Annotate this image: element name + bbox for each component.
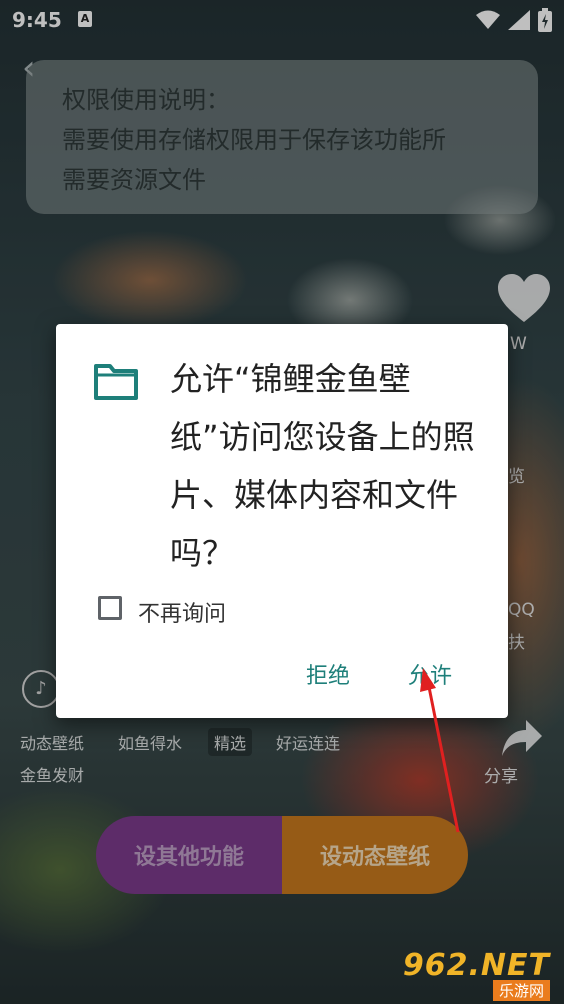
dont-ask-again-checkbox[interactable] — [98, 596, 122, 620]
dont-ask-again-label[interactable]: 不再询问 — [138, 596, 226, 628]
permission-dialog: 允许“锦鲤金鱼壁纸”访问您设备上的照片、媒体内容和文件吗？ 不再询问 拒绝 允许 — [56, 324, 508, 718]
allow-button[interactable]: 允许 — [408, 658, 452, 690]
site-watermark: 962.NET 乐游网 — [403, 948, 556, 1001]
folder-icon — [94, 364, 138, 400]
deny-button[interactable]: 拒绝 — [306, 658, 350, 690]
watermark-main: 962.NET — [402, 948, 550, 983]
watermark-sub: 乐游网 — [492, 980, 550, 1001]
dialog-title: 允许“锦鲤金鱼壁纸”访问您设备上的照片、媒体内容和文件吗？ — [170, 360, 475, 572]
